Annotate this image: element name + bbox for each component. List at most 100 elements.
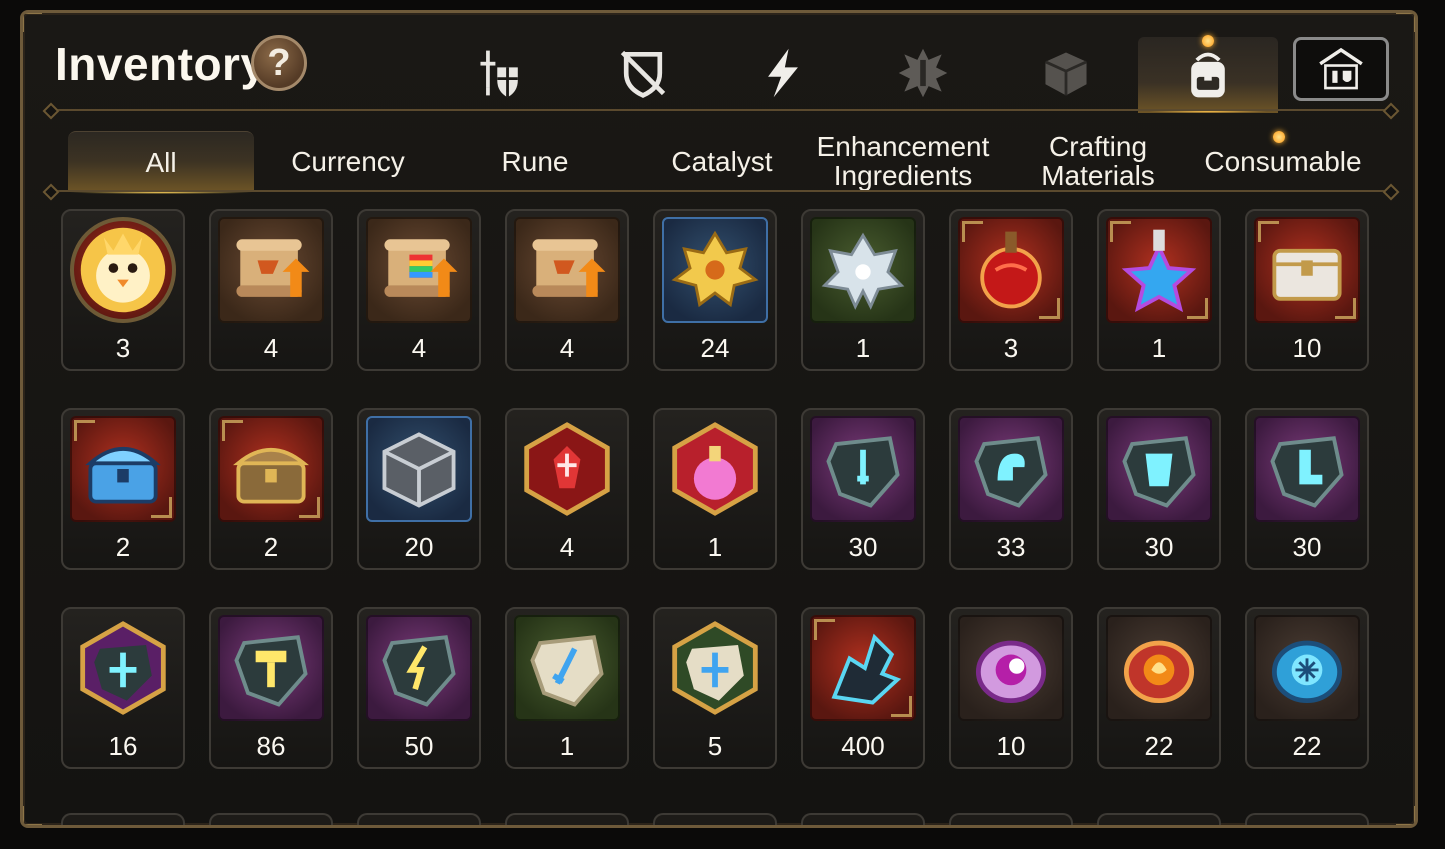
item-slot[interactable]: 1 — [653, 408, 777, 570]
item-art — [958, 615, 1064, 721]
frame-corner — [23, 806, 42, 825]
item-slot[interactable]: 2 — [61, 408, 185, 570]
item-slot[interactable]: 4 — [357, 209, 481, 371]
item-slot[interactable]: 30 — [1097, 408, 1221, 570]
item-slot[interactable]: 50 — [357, 607, 481, 769]
silver-cube-box-icon — [382, 432, 456, 508]
tab-currency[interactable]: Currency — [258, 131, 438, 191]
item-art — [1106, 217, 1212, 323]
item-slot[interactable]: 400 — [801, 607, 925, 769]
tab-label: All — [145, 146, 177, 178]
item-slot[interactable]: 3 — [61, 209, 185, 371]
page-title: Inventory — [55, 38, 267, 90]
category-artifact-button[interactable] — [868, 33, 978, 113]
scroll-upgrade-rainbow-icon — [384, 239, 458, 297]
item-slot[interactable]: 20 — [357, 408, 481, 570]
item-slot-partial[interactable] — [505, 813, 629, 825]
notification-dot — [1273, 131, 1285, 143]
item-quantity: 1 — [559, 731, 575, 761]
tab-catalyst[interactable]: Catalyst — [630, 131, 814, 191]
star-white-stone-emblem-icon — [672, 621, 758, 715]
boot-rune-stone-icon — [1270, 436, 1344, 508]
item-slot[interactable]: 16 — [61, 607, 185, 769]
item-slot[interactable]: 10 — [949, 607, 1073, 769]
item-art — [366, 416, 472, 522]
dice-cube-icon — [1044, 52, 1088, 96]
item-art — [1254, 615, 1360, 721]
item-art — [70, 615, 176, 721]
equipment-storage-button[interactable] — [1293, 37, 1389, 101]
item-slot[interactable]: 5 — [653, 607, 777, 769]
item-slot[interactable]: 22 — [1245, 607, 1369, 769]
tab-consumable[interactable]: Consumable — [1193, 131, 1373, 191]
item-slot[interactable]: 30 — [1245, 408, 1369, 570]
item-quantity: 24 — [700, 333, 730, 363]
item-slot[interactable]: 24 — [653, 209, 777, 371]
category-accessory-button[interactable] — [588, 33, 698, 113]
item-slot[interactable]: 2 — [209, 408, 333, 570]
item-art — [514, 416, 620, 522]
item-slot-partial[interactable] — [653, 813, 777, 825]
item-slot-partial[interactable] — [949, 813, 1073, 825]
item-slot[interactable]: 30 — [801, 408, 925, 570]
frame-corner — [1396, 13, 1415, 32]
item-slot[interactable]: 3 — [949, 209, 1073, 371]
item-art — [810, 615, 916, 721]
tab-crafting-materials[interactable]: Crafting Materials — [1023, 131, 1173, 191]
item-quantity: 22 — [1292, 731, 1322, 761]
item-quantity: 3 — [1003, 333, 1019, 363]
category-gear-button[interactable] — [446, 33, 556, 113]
item-slot[interactable]: 4 — [505, 209, 629, 371]
item-slot[interactable]: 86 — [209, 607, 333, 769]
blue-treasure-chest-icon — [85, 447, 161, 504]
item-quantity: 2 — [263, 532, 279, 562]
item-slot[interactable]: 1 — [1097, 209, 1221, 371]
item-quantity: 5 — [707, 731, 723, 761]
sword-white-stone-icon — [530, 635, 604, 707]
item-art — [662, 217, 768, 323]
item-slot[interactable]: 1 — [801, 209, 925, 371]
help-button[interactable]: ? — [251, 35, 307, 91]
item-slot[interactable]: 1 — [505, 607, 629, 769]
category-skill-button[interactable] — [728, 33, 838, 113]
tab-enhancement-ingredients[interactable]: Enhancement Ingredients — [813, 131, 993, 191]
category-inventory-button[interactable] — [1138, 35, 1278, 113]
item-slot-partial[interactable] — [801, 813, 925, 825]
helmet-banner-icon — [1319, 47, 1363, 90]
mascot-bird-coin-icon — [80, 227, 166, 313]
item-slot-partial[interactable] — [61, 813, 185, 825]
item-slot[interactable]: 33 — [949, 408, 1073, 570]
tab-all[interactable]: All — [68, 131, 254, 194]
item-quantity: 4 — [263, 333, 279, 363]
item-art — [366, 615, 472, 721]
ornate-chest-white-icon — [1272, 248, 1342, 301]
tab-label: Currency — [291, 145, 405, 177]
tab-label: Enhancement Ingredients — [816, 131, 990, 191]
item-slot[interactable]: 4 — [505, 408, 629, 570]
tab-rune[interactable]: Rune — [443, 131, 627, 191]
backpack-icon — [1191, 52, 1225, 98]
tab-label: Crafting Materials — [1041, 131, 1155, 191]
scroll-upgrade-basic-icon — [532, 239, 606, 297]
item-art — [662, 615, 768, 721]
item-quantity: 400 — [841, 731, 885, 761]
item-art — [1106, 416, 1212, 522]
item-slot[interactable]: 4 — [209, 209, 333, 371]
item-slot-partial[interactable] — [357, 813, 481, 825]
frame-corner — [23, 13, 42, 32]
scroll-upgrade-orange-icon — [236, 239, 310, 297]
item-art — [70, 217, 176, 323]
sword-shield-icon — [480, 50, 518, 98]
category-misc-button[interactable] — [1011, 33, 1121, 113]
item-slot[interactable]: 10 — [1245, 209, 1369, 371]
silver-crystal-flower-icon — [821, 232, 905, 310]
item-quantity: 3 — [115, 333, 131, 363]
item-quantity: 20 — [404, 532, 434, 562]
armor-rune-stone-icon — [1122, 436, 1196, 508]
tab-label: Catalyst — [671, 145, 773, 177]
item-slot[interactable]: 22 — [1097, 607, 1221, 769]
item-slot-partial[interactable] — [209, 813, 333, 825]
item-slot-partial[interactable] — [1097, 813, 1221, 825]
item-quantity: 1 — [855, 333, 871, 363]
item-slot-partial[interactable] — [1245, 813, 1369, 825]
